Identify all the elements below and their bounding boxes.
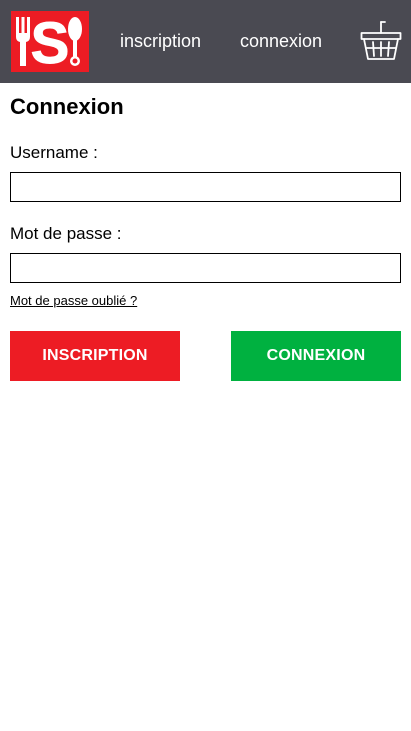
logo-letter: S [31,11,70,72]
inscription-button[interactable]: INSCRIPTION [10,331,180,381]
logo[interactable]: S [11,11,89,72]
nav-connexion-link[interactable]: connexion [240,30,322,52]
page-title: Connexion [10,94,124,119]
forgot-password-link[interactable]: Mot de passe oublié ? [10,293,137,309]
password-label: Mot de passe : [10,224,122,243]
username-label: Username : [10,143,98,162]
connexion-button[interactable]: CONNEXION [231,331,401,381]
basket-icon[interactable] [360,20,402,62]
username-field[interactable] [10,172,401,202]
nav-inscription-link[interactable]: inscription [120,30,201,52]
top-bar: S inscription connexion [0,0,411,83]
password-field[interactable] [10,253,401,283]
